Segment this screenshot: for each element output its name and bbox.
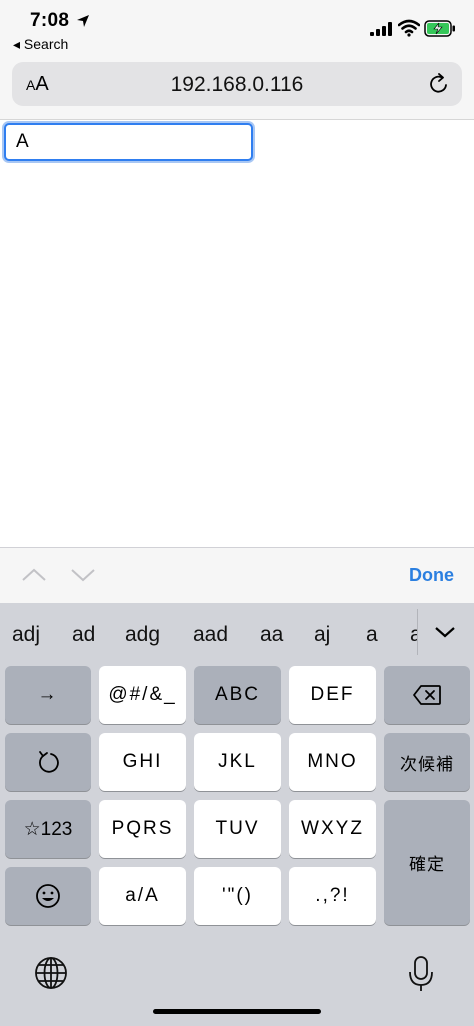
mno-key[interactable]: MNO (289, 733, 376, 791)
def-key[interactable]: DEF (289, 666, 376, 724)
suggestion-bar: adj ad adg aad aa aj a a (0, 603, 474, 663)
suggestion-item[interactable]: ad (72, 623, 95, 647)
battery-charging-icon (424, 20, 455, 37)
undo-key[interactable] (5, 733, 91, 791)
case-toggle-key[interactable]: a/A (99, 867, 186, 925)
japanese-kana-keyboard: adj ad adg aad aa aj a a → @#/&_ ABC DEF… (0, 603, 474, 1026)
abc-key[interactable]: ABC (194, 666, 281, 724)
pqrs-key[interactable]: PQRS (99, 800, 186, 858)
previous-field-chevron-icon[interactable] (21, 562, 47, 588)
text-input[interactable]: A (4, 123, 253, 161)
jkl-key[interactable]: JKL (194, 733, 281, 791)
cellular-signal-icon (370, 22, 392, 36)
status-bar: 7:08 ◂ Search (0, 0, 474, 60)
next-field-chevron-icon[interactable] (70, 562, 96, 588)
wifi-icon (398, 19, 420, 37)
next-candidate-key[interactable]: 次候補 (384, 733, 470, 791)
confirm-key[interactable]: 確定 (384, 800, 470, 925)
address-bar[interactable]: AA 192.168.0.116 (12, 62, 462, 106)
emoji-smiley-icon (36, 884, 60, 908)
done-button[interactable]: Done (409, 565, 454, 586)
arrow-key[interactable]: → (5, 666, 91, 724)
punctuation-key[interactable]: .,?! (289, 867, 376, 925)
quotes-key[interactable]: '"() (194, 867, 281, 925)
globe-icon[interactable] (34, 956, 68, 990)
status-time: 7:08 (30, 10, 70, 31)
tuv-key[interactable]: TUV (194, 800, 281, 858)
number-mode-key[interactable]: ☆123 (5, 800, 91, 858)
suggestion-item[interactable]: a (410, 623, 417, 647)
microphone-icon[interactable] (408, 955, 434, 993)
suggestion-item[interactable]: aa (260, 623, 283, 647)
delete-backspace-icon (413, 685, 441, 705)
suggestion-item[interactable]: adg (125, 623, 160, 647)
suggestion-divider (417, 609, 418, 655)
address-text[interactable]: 192.168.0.116 (12, 73, 462, 97)
delete-key[interactable] (384, 666, 470, 724)
reload-icon[interactable] (428, 73, 450, 95)
wxyz-key[interactable]: WXYZ (289, 800, 376, 858)
suggestion-item[interactable]: adj (12, 623, 40, 647)
home-indicator (153, 1009, 321, 1014)
back-to-search-link[interactable]: ◂ Search (13, 36, 68, 53)
browser-toolbar: AA 192.168.0.116 (0, 60, 474, 120)
symbols-key[interactable]: @#/&_ (99, 666, 186, 724)
suggestion-item[interactable]: aad (193, 623, 228, 647)
location-arrow-icon (77, 15, 89, 27)
undo-icon (39, 751, 59, 773)
suggestion-item[interactable]: aj (314, 623, 330, 647)
suggestion-item[interactable]: a (366, 623, 378, 647)
expand-suggestions-chevron-icon[interactable] (432, 619, 458, 645)
form-accessory-bar: Done (0, 547, 474, 603)
ghi-key[interactable]: GHI (99, 733, 186, 791)
emoji-key[interactable] (5, 867, 91, 925)
